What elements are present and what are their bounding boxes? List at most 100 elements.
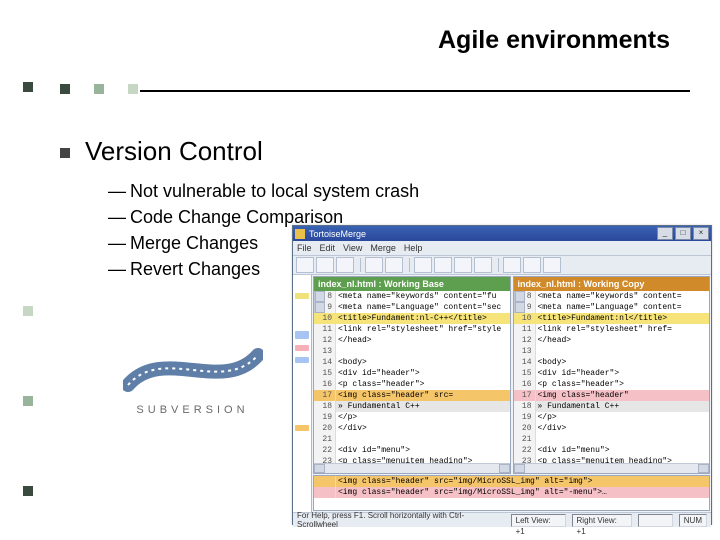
code-line[interactable]: 16 <p class="header"> — [314, 379, 510, 390]
toolbar-button[interactable] — [523, 257, 541, 273]
code-view-right[interactable]: 8<meta name="keywords" content=9<meta na… — [514, 291, 710, 463]
gutter-marker[interactable] — [295, 357, 309, 363]
code-line[interactable]: 15<div id="header"> — [314, 368, 510, 379]
scroll-left-icon[interactable] — [314, 464, 325, 473]
status-help: For Help, press F1. Scroll horizontally … — [297, 511, 499, 529]
code-line[interactable]: 18 » Fundamental C++ — [314, 401, 510, 412]
toolbar-button[interactable] — [316, 257, 334, 273]
code-line[interactable]: <img class="header" src="img/MicroSSL_im… — [314, 476, 709, 487]
code-line[interactable]: 23 <p class="menuitem heading"> — [514, 456, 710, 463]
code-line[interactable]: 8<meta name="keywords" content= — [514, 291, 710, 302]
code-line[interactable]: 10<title>Fundament:nl-C++</title> — [314, 313, 510, 324]
scroll-right-icon[interactable] — [698, 464, 709, 473]
scroll-left-icon[interactable] — [514, 464, 525, 473]
section-heading: Version Control — [85, 136, 263, 167]
subversion-logo-caption: SUBVERSION — [120, 404, 265, 416]
accent-square — [60, 84, 70, 94]
toolbar-button[interactable] — [503, 257, 521, 273]
code-line[interactable]: 20</div> — [514, 423, 710, 434]
menu-file[interactable]: File — [297, 243, 312, 253]
gutter-marker[interactable] — [295, 331, 309, 339]
close-button[interactable]: × — [693, 227, 709, 240]
diff-pane-right: index_nl.html : Working Copy 8<meta name… — [513, 276, 711, 474]
diff-pane-left: index_nl.html : Working Base 8<meta name… — [313, 276, 511, 474]
code-line[interactable]: <img class="header" src="img/MicroSSL_im… — [314, 487, 709, 498]
code-line[interactable]: 17 <img class="header" src= — [314, 390, 510, 401]
code-line[interactable]: 17 <img class="header" — [514, 390, 710, 401]
code-line[interactable]: 10<title>Fundament:nl</title> — [514, 313, 710, 324]
accent-column — [21, 0, 35, 540]
code-line[interactable]: 13 — [514, 346, 710, 357]
accent-square — [94, 84, 104, 94]
maximize-button[interactable]: □ — [675, 227, 691, 240]
scrollbar-vertical[interactable] — [314, 291, 325, 313]
menu-help[interactable]: Help — [404, 243, 423, 253]
code-line[interactable]: 22<div id="menu"> — [514, 445, 710, 456]
code-line[interactable]: 18 » Fundamental C++ — [514, 401, 710, 412]
scroll-up-icon[interactable] — [315, 291, 325, 302]
accent-square — [23, 486, 33, 496]
gutter-marker[interactable] — [295, 293, 309, 299]
menu-view[interactable]: View — [343, 243, 362, 253]
code-line[interactable]: 11<link rel="stylesheet" href="style — [314, 324, 510, 335]
code-line[interactable]: 19 </p> — [514, 412, 710, 423]
list-item-label: Not vulnerable to local system crash — [130, 181, 419, 201]
merge-result-pane[interactable]: <img class="header" src="img/MicroSSL_im… — [313, 475, 710, 511]
toolbar-button[interactable] — [474, 257, 492, 273]
subversion-swoosh-icon — [123, 340, 263, 400]
code-line[interactable]: 21 — [314, 434, 510, 445]
scroll-right-icon[interactable] — [499, 464, 510, 473]
scrollbar-horizontal[interactable] — [314, 463, 510, 473]
titlebar[interactable]: TortoiseMerge _ □ × — [293, 226, 711, 241]
code-line[interactable]: 12</head> — [314, 335, 510, 346]
overview-gutter[interactable] — [293, 275, 312, 512]
code-line[interactable]: 22<div id="menu"> — [314, 445, 510, 456]
code-line[interactable]: 13 — [314, 346, 510, 357]
toolbar-button[interactable] — [414, 257, 432, 273]
toolbar — [293, 256, 711, 275]
status-left-view: Left View: +1 — [511, 514, 566, 527]
code-line[interactable]: 15<div id="header"> — [514, 368, 710, 379]
pane-left-title: index_nl.html : Working Base — [314, 277, 510, 291]
toolbar-button[interactable] — [454, 257, 472, 273]
code-line[interactable]: 21 — [514, 434, 710, 445]
code-line[interactable]: 20</div> — [314, 423, 510, 434]
slide-title: Agile environments — [438, 26, 670, 55]
accent-square — [23, 82, 33, 92]
code-line[interactable]: 9<meta name="Language" content="sec — [314, 302, 510, 313]
pane-right-title: index_nl.html : Working Copy — [514, 277, 710, 291]
toolbar-separator — [409, 258, 410, 272]
code-line[interactable]: 14<body> — [514, 357, 710, 368]
toolbar-button[interactable] — [336, 257, 354, 273]
toolbar-button[interactable] — [385, 257, 403, 273]
scroll-up-icon[interactable] — [515, 291, 525, 302]
scroll-down-icon[interactable] — [315, 302, 325, 313]
menubar: File Edit View Merge Help — [293, 241, 711, 256]
scrollbar-vertical[interactable] — [514, 291, 525, 313]
code-line[interactable]: 8<meta name="keywords" content="fu — [314, 291, 510, 302]
toolbar-button[interactable] — [365, 257, 383, 273]
section-bullet-icon — [60, 148, 70, 158]
code-line[interactable]: 12</head> — [514, 335, 710, 346]
code-line[interactable]: 19 </p> — [314, 412, 510, 423]
code-view-left[interactable]: 8<meta name="keywords" content="fu9<meta… — [314, 291, 510, 463]
code-line[interactable]: 9<meta name="Language" content= — [514, 302, 710, 313]
gutter-marker[interactable] — [295, 425, 309, 431]
menu-edit[interactable]: Edit — [320, 243, 336, 253]
toolbar-button[interactable] — [434, 257, 452, 273]
scroll-down-icon[interactable] — [515, 302, 525, 313]
toolbar-button[interactable] — [296, 257, 314, 273]
toolbar-button[interactable] — [543, 257, 561, 273]
gutter-marker[interactable] — [295, 345, 309, 351]
code-line[interactable]: 11<link rel="stylesheet" href= — [514, 324, 710, 335]
code-line[interactable]: 23 <p class="menuitem heading"> — [314, 456, 510, 463]
code-line[interactable]: 14<body> — [314, 357, 510, 368]
scrollbar-horizontal[interactable] — [514, 463, 710, 473]
minimize-button[interactable]: _ — [657, 227, 673, 240]
menu-merge[interactable]: Merge — [370, 243, 396, 253]
statusbar: For Help, press F1. Scroll horizontally … — [293, 512, 711, 527]
code-line[interactable]: 16 <p class="header"> — [514, 379, 710, 390]
toolbar-separator — [498, 258, 499, 272]
diff-body: index_nl.html : Working Base 8<meta name… — [293, 275, 711, 512]
title-underline — [140, 90, 690, 92]
